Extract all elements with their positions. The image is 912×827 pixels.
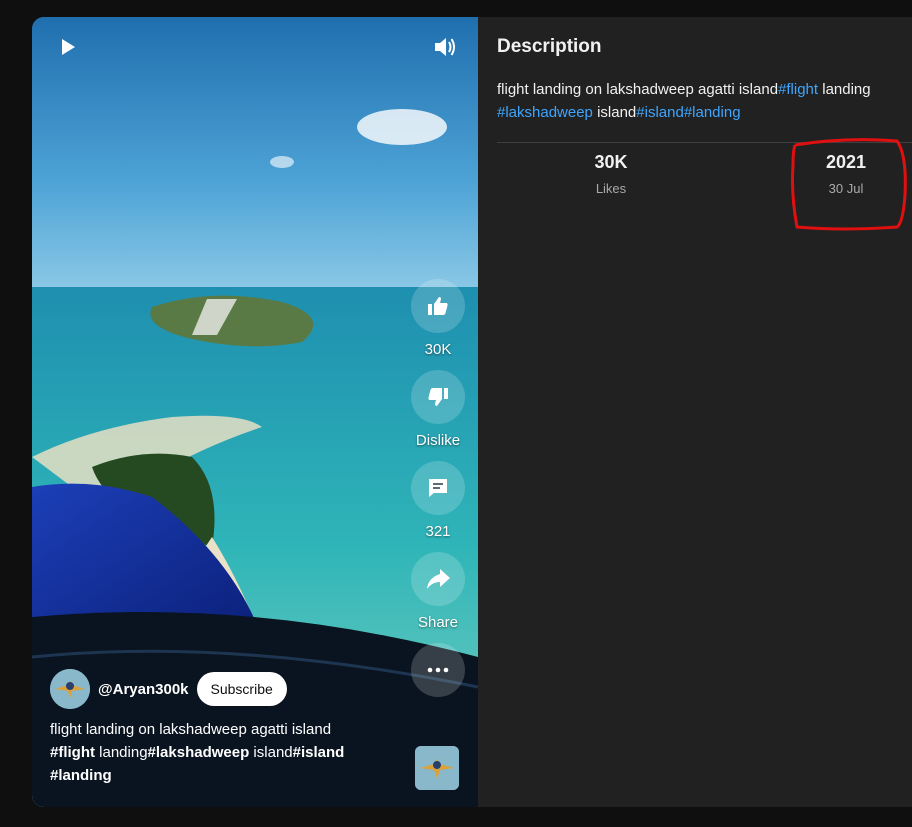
play-button[interactable] bbox=[54, 33, 82, 61]
dislike-label: Dislike bbox=[415, 432, 461, 449]
description-word: landing bbox=[818, 81, 871, 98]
play-icon bbox=[62, 39, 75, 55]
dislike-action: Dislike bbox=[411, 370, 465, 449]
volume-button[interactable] bbox=[431, 33, 459, 61]
volume-icon bbox=[435, 38, 455, 56]
thumb-down-icon bbox=[428, 388, 448, 406]
caption-hashtag[interactable]: #lakshadweep bbox=[148, 744, 250, 761]
caption-hashtag[interactable]: #landing bbox=[50, 767, 112, 784]
subscribe-button[interactable]: Subscribe bbox=[196, 672, 287, 706]
description-panel: Description flight landing on lakshadwee… bbox=[478, 17, 912, 807]
more-button[interactable] bbox=[411, 643, 465, 697]
share-action: Share bbox=[411, 552, 465, 631]
hashtag-link[interactable]: #landing bbox=[684, 104, 741, 121]
like-action: 30K bbox=[411, 279, 465, 358]
comment-count: 321 bbox=[425, 523, 451, 540]
divider bbox=[497, 142, 912, 143]
share-label: Share bbox=[417, 614, 459, 631]
more-action bbox=[411, 643, 465, 697]
caption-word: landing bbox=[95, 744, 148, 761]
caption-word: island bbox=[249, 744, 293, 761]
sound-thumbnail[interactable] bbox=[415, 746, 459, 790]
hashtag-link[interactable]: #island bbox=[636, 104, 684, 121]
likes-stat: 30K Likes bbox=[541, 152, 681, 196]
like-button[interactable] bbox=[411, 279, 465, 333]
video-caption: flight landing on lakshadweep agatti isl… bbox=[50, 718, 380, 787]
comment-icon bbox=[429, 479, 447, 497]
channel-logo-icon bbox=[415, 746, 459, 790]
likes-value: 30K bbox=[594, 152, 628, 172]
share-icon bbox=[427, 569, 450, 589]
like-count: 30K bbox=[424, 341, 452, 358]
hashtag-link[interactable]: #lakshadweep bbox=[497, 104, 593, 121]
panel-title: Description bbox=[497, 36, 602, 57]
description-body: flight landing on lakshadweep agatti isl… bbox=[497, 81, 779, 98]
date-label: 30 Jul bbox=[828, 181, 864, 196]
comment-button[interactable] bbox=[411, 461, 465, 515]
channel-avatar[interactable] bbox=[50, 669, 90, 709]
share-button[interactable] bbox=[411, 552, 465, 606]
caption-hashtag[interactable]: #island bbox=[293, 744, 345, 761]
description-text: flight landing on lakshadweep agatti isl… bbox=[497, 78, 907, 124]
shorts-video-player[interactable]: 30K Dislike 321 Share @Aryan300k Subscri… bbox=[32, 17, 478, 807]
action-bar: 30K Dislike 321 Share bbox=[410, 279, 466, 709]
likes-label: Likes bbox=[595, 181, 627, 196]
thumb-up-icon bbox=[428, 297, 448, 315]
comment-action: 321 bbox=[411, 461, 465, 540]
channel-handle[interactable]: @Aryan300k bbox=[98, 681, 189, 698]
more-icon bbox=[427, 667, 449, 673]
caption-text: flight landing on lakshadweep agatti isl… bbox=[50, 721, 332, 738]
date-stat: 2021 30 Jul bbox=[776, 152, 912, 196]
caption-hashtag[interactable]: #flight bbox=[50, 744, 95, 761]
description-word: island bbox=[592, 104, 637, 121]
channel-row: @Aryan300k Subscribe bbox=[50, 669, 287, 709]
avatar-logo-icon bbox=[50, 669, 90, 709]
hashtag-link[interactable]: #flight bbox=[778, 81, 818, 98]
dislike-button[interactable] bbox=[411, 370, 465, 424]
year-value: 2021 bbox=[825, 152, 867, 172]
